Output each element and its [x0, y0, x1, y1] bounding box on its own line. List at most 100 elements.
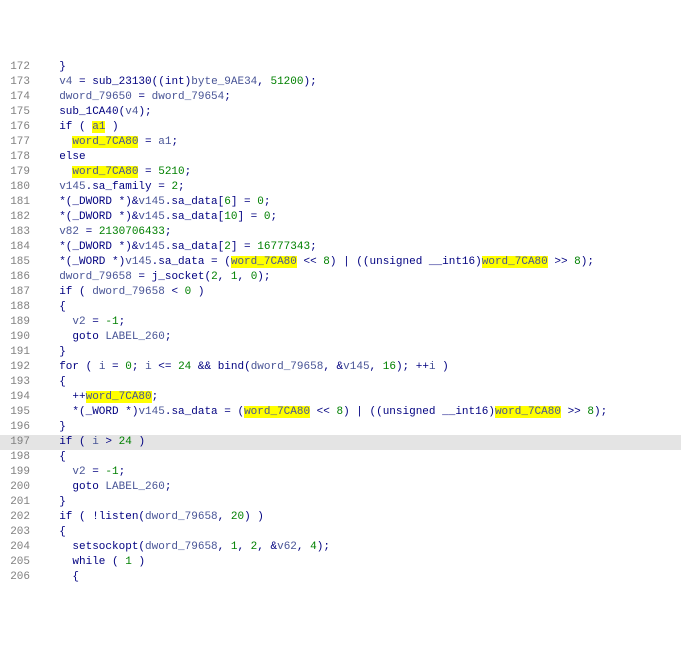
code-token: <=	[152, 361, 178, 373]
code-content[interactable]: v2 = -1;	[46, 465, 681, 480]
code-token: for	[59, 361, 79, 373]
line-number: 194	[0, 390, 36, 405]
code-content[interactable]: dword_79658 = j_socket(2, 1, 0);	[46, 270, 681, 285]
code-content[interactable]: while ( 1 )	[46, 555, 681, 570]
code-content[interactable]: {	[46, 300, 681, 315]
code-line[interactable]: 179 word_7CA80 = 5210;	[0, 165, 681, 180]
code-line[interactable]: 197 if ( i > 24 )	[0, 435, 681, 450]
code-token: 24	[119, 436, 132, 448]
code-content[interactable]: for ( i = 0; i <= 24 && bind(dword_79658…	[46, 360, 681, 375]
code-token: ] =	[237, 211, 263, 223]
highlighted-token: word_7CA80	[482, 256, 548, 268]
code-token: else	[59, 151, 85, 163]
code-line[interactable]: 177 word_7CA80 = a1;	[0, 135, 681, 150]
code-token: );	[594, 406, 607, 418]
code-token: .sa_data[	[165, 196, 224, 208]
code-line[interactable]: 205 while ( 1 )	[0, 555, 681, 570]
code-content[interactable]: if ( i > 24 )	[46, 435, 681, 450]
code-line[interactable]: 188 {	[0, 300, 681, 315]
code-content[interactable]: *(_WORD *)v145.sa_data = (word_7CA80 << …	[46, 405, 681, 420]
code-line[interactable]: 194 ++word_7CA80;	[0, 390, 681, 405]
code-token: (	[244, 361, 251, 373]
code-line[interactable]: 195 *(_WORD *)v145.sa_data = (word_7CA80…	[0, 405, 681, 420]
code-line[interactable]: 181 *(_DWORD *)&v145.sa_data[6] = 0;	[0, 195, 681, 210]
code-line[interactable]: 198 {	[0, 450, 681, 465]
code-token: _WORD	[86, 406, 119, 418]
code-content[interactable]: }	[46, 345, 681, 360]
code-line[interactable]: 174 dword_79650 = dword_79654;	[0, 90, 681, 105]
line-number: 206	[0, 570, 36, 585]
code-line[interactable]: 173 v4 = sub_23130((int)byte_9AE34, 5120…	[0, 75, 681, 90]
code-line[interactable]: 204 setsockopt(dword_79658, 1, 2, &v62, …	[0, 540, 681, 555]
code-content[interactable]: goto LABEL_260;	[46, 330, 681, 345]
code-content[interactable]: *(_DWORD *)&v145.sa_data[10] = 0;	[46, 210, 681, 225]
code-line[interactable]: 178 else	[0, 150, 681, 165]
code-token: ;	[165, 226, 172, 238]
code-token: >>	[561, 406, 587, 418]
code-line[interactable]: 200 goto LABEL_260;	[0, 480, 681, 495]
code-content[interactable]: if ( !listen(dword_79658, 20) )	[46, 510, 681, 525]
code-content[interactable]: v82 = 2130706433;	[46, 225, 681, 240]
code-line[interactable]: 191 }	[0, 345, 681, 360]
code-content[interactable]: if ( a1 )	[46, 120, 681, 135]
code-content[interactable]: else	[46, 150, 681, 165]
code-content[interactable]: v145.sa_family = 2;	[46, 180, 681, 195]
code-content[interactable]: setsockopt(dword_79658, 1, 2, &v62, 4);	[46, 540, 681, 555]
code-content[interactable]: goto LABEL_260;	[46, 480, 681, 495]
line-number: 175	[0, 105, 36, 120]
code-content[interactable]: *(_DWORD *)&v145.sa_data[6] = 0;	[46, 195, 681, 210]
code-line[interactable]: 175 sub_1CA40(v4);	[0, 105, 681, 120]
code-content[interactable]: }	[46, 60, 681, 75]
code-line[interactable]: 196 }	[0, 420, 681, 435]
code-token: _DWORD	[72, 196, 112, 208]
code-content[interactable]: *(_WORD *)v145.sa_data = (word_7CA80 << …	[46, 255, 681, 270]
code-line[interactable]: 192 for ( i = 0; i <= 24 && bind(dword_7…	[0, 360, 681, 375]
code-line[interactable]: 176 if ( a1 )	[0, 120, 681, 135]
code-line[interactable]: 202 if ( !listen(dword_79658, 20) )	[0, 510, 681, 525]
code-content[interactable]: sub_1CA40(v4);	[46, 105, 681, 120]
line-number: 186	[0, 270, 36, 285]
code-token: *(	[72, 406, 85, 418]
code-line[interactable]: 186 dword_79658 = j_socket(2, 1, 0);	[0, 270, 681, 285]
decompilation-listing[interactable]: 172 }173 v4 = sub_23130((int)byte_9AE34,…	[0, 60, 681, 585]
code-line[interactable]: 184 *(_DWORD *)&v145.sa_data[2] = 167773…	[0, 240, 681, 255]
code-line[interactable]: 183 v82 = 2130706433;	[0, 225, 681, 240]
code-content[interactable]: v2 = -1;	[46, 315, 681, 330]
code-content[interactable]: }	[46, 420, 681, 435]
code-content[interactable]: if ( dword_79658 < 0 )	[46, 285, 681, 300]
code-line[interactable]: 189 v2 = -1;	[0, 315, 681, 330]
code-content[interactable]: word_7CA80 = a1;	[46, 135, 681, 150]
code-line[interactable]: 193 {	[0, 375, 681, 390]
code-token: dword_79650	[59, 91, 132, 103]
code-content[interactable]: v4 = sub_23130((int)byte_9AE34, 51200);	[46, 75, 681, 90]
code-token: ;	[178, 181, 185, 193]
code-line[interactable]: 180 v145.sa_family = 2;	[0, 180, 681, 195]
code-content[interactable]: {	[46, 375, 681, 390]
code-line[interactable]: 201 }	[0, 495, 681, 510]
code-content[interactable]: {	[46, 570, 681, 585]
line-number: 176	[0, 120, 36, 135]
code-line[interactable]: 206 {	[0, 570, 681, 585]
code-content[interactable]: dword_79650 = dword_79654;	[46, 90, 681, 105]
highlighted-token: word_7CA80	[231, 256, 297, 268]
code-line[interactable]: 199 v2 = -1;	[0, 465, 681, 480]
code-token: 8	[574, 256, 581, 268]
code-content[interactable]: ++word_7CA80;	[46, 390, 681, 405]
code-line[interactable]: 187 if ( dword_79658 < 0 )	[0, 285, 681, 300]
code-token: unsigned	[370, 256, 423, 268]
code-token: *(	[59, 256, 72, 268]
code-line[interactable]: 172 }	[0, 60, 681, 75]
code-token: __int16	[442, 406, 488, 418]
code-content[interactable]: word_7CA80 = 5210;	[46, 165, 681, 180]
code-line[interactable]: 190 goto LABEL_260;	[0, 330, 681, 345]
code-token: ;	[171, 136, 178, 148]
code-content[interactable]: {	[46, 450, 681, 465]
highlighted-token: word_7CA80	[72, 136, 138, 148]
code-content[interactable]: *(_DWORD *)&v145.sa_data[2] = 16777343;	[46, 240, 681, 255]
code-line[interactable]: 185 *(_WORD *)v145.sa_data = (word_7CA80…	[0, 255, 681, 270]
code-line[interactable]: 182 *(_DWORD *)&v145.sa_data[10] = 0;	[0, 210, 681, 225]
line-number: 202	[0, 510, 36, 525]
code-token: ;	[165, 481, 172, 493]
code-token: );	[257, 271, 270, 283]
code-content[interactable]: }	[46, 495, 681, 510]
